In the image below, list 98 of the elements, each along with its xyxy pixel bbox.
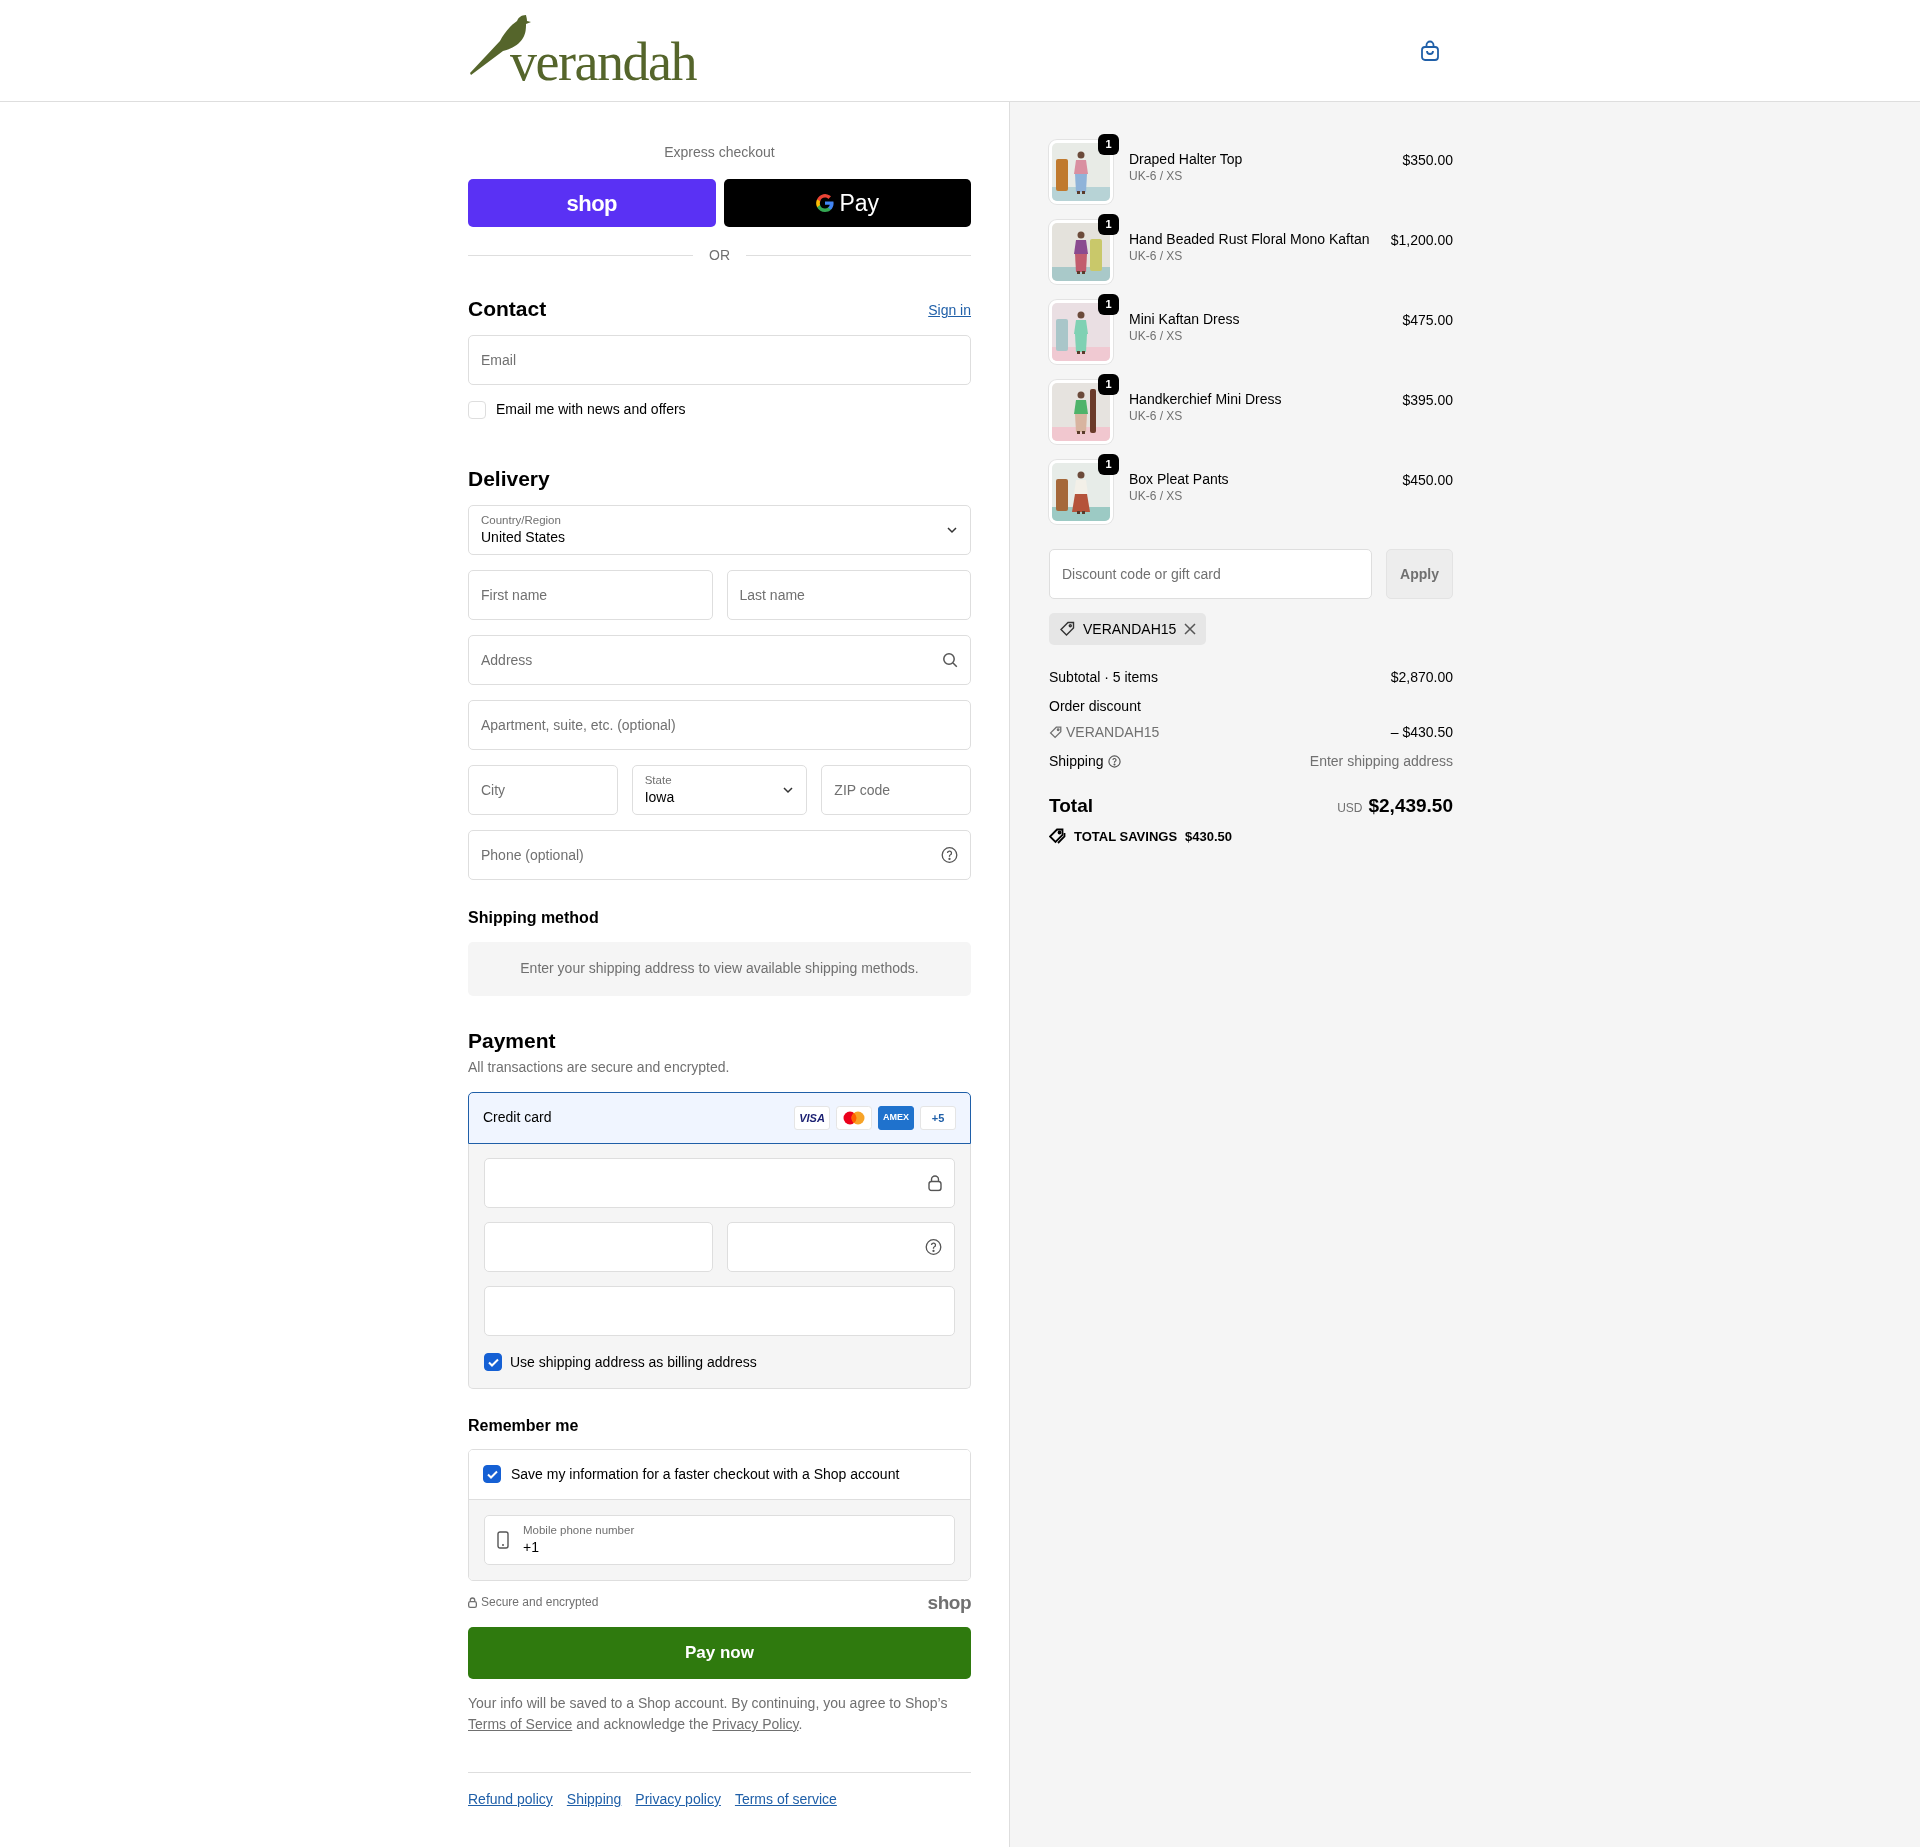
section-heading: Payment <box>468 1027 557 1053</box>
summary-value: Enter shipping address <box>1309 752 1453 771</box>
phone-icon <box>497 1530 509 1549</box>
quantity-badge: 1 <box>1098 134 1119 155</box>
product-price: $475.00 <box>1402 311 1453 329</box>
section-heading: Remember me <box>468 1415 580 1435</box>
checkbox[interactable] <box>484 1353 502 1372</box>
google-pay-button[interactable]: Pay <box>723 179 971 227</box>
g-letter-icon <box>815 193 836 213</box>
divider-label: OR <box>709 246 730 265</box>
product-name: Draped Halter Top <box>1129 150 1244 168</box>
logo-text[interactable]: verandah <box>510 34 696 89</box>
search-icon <box>942 652 958 669</box>
section-heading: Contact <box>468 296 547 322</box>
security-note: Secure and encrypted <box>481 1594 599 1612</box>
shopping-bag-icon[interactable] <box>1420 39 1440 62</box>
product-price: $350.00 <box>1402 151 1453 169</box>
help-icon <box>941 846 958 864</box>
close-icon[interactable] <box>1184 623 1197 635</box>
summary-value: – $430.50 <box>1390 723 1453 742</box>
help-icon <box>925 1238 942 1256</box>
card-logo: AMEX <box>878 1105 914 1130</box>
more-cards-badge: +5 <box>920 1105 956 1130</box>
product-name: Mini Kaftan Dress <box>1129 310 1241 328</box>
discount-code: VERANDAH15 <box>1083 619 1177 639</box>
product-variant: UK-6 / XS <box>1129 408 1184 426</box>
product-price: $395.00 <box>1402 391 1453 409</box>
checkbox-label: Email me with news and offers <box>496 400 686 420</box>
summary-label: Subtotal · 5 items <box>1049 668 1158 687</box>
quantity-badge: 1 <box>1098 454 1119 475</box>
product-variant: UK-6 / XS <box>1129 168 1184 186</box>
tag-icon <box>1059 621 1075 637</box>
input-field[interactable] <box>484 1157 955 1208</box>
footer-link[interactable]: Shipping <box>566 1788 622 1810</box>
shop-pay-button[interactable]: shop <box>468 179 716 227</box>
select-field[interactable]: State Iowa <box>631 765 808 816</box>
product-name: Hand Beaded Rust Floral Mono Kaftan <box>1129 230 1371 248</box>
summary-label: Shipping <box>1049 752 1104 771</box>
lock-icon <box>928 1174 942 1192</box>
section-heading: Delivery <box>468 466 551 492</box>
section-subtitle: All transactions are secure and encrypted. <box>468 1057 731 1077</box>
product-variant: UK-6 / XS <box>1129 328 1184 346</box>
footer-link[interactable]: Privacy policy <box>635 1788 721 1810</box>
discount-code: VERANDAH15 <box>1066 723 1160 742</box>
shop-logo: shop <box>927 1592 971 1612</box>
product-name: Handkerchief Mini Dress <box>1129 390 1283 408</box>
payment-method-label: Credit card <box>483 1108 552 1128</box>
checkbox-label: Save my information for a faster checkout with a Shop account <box>511 1464 900 1484</box>
input-field[interactable]: Address <box>468 635 971 686</box>
input-field[interactable]: Email <box>468 335 971 386</box>
summary-value: $2,870.00 <box>1390 668 1453 687</box>
shipping-message: Enter your shipping address to view available shipping methods. <box>468 941 971 996</box>
input-field[interactable] <box>484 1221 713 1272</box>
product-variant: UK-6 / XS <box>1129 248 1184 266</box>
input-field[interactable]: Last name <box>726 570 971 621</box>
chevron-down-icon <box>782 786 795 795</box>
overlapping-circles-icon <box>836 1105 872 1130</box>
checkbox[interactable] <box>483 1465 501 1484</box>
section-label: Express checkout <box>663 143 776 162</box>
legal-text: Your info will be saved to a Shop account. By continuing, you agree to Shop’s Terms of Service and acknowledge the Privacy Policy. <box>468 1693 949 1734</box>
lock-icon <box>468 1596 477 1608</box>
sign-in-link[interactable]: Sign in <box>928 300 971 322</box>
check-icon <box>487 1357 499 1367</box>
product-price: $450.00 <box>1402 471 1453 489</box>
pay-now-button[interactable]: Pay now <box>468 1626 971 1679</box>
input-field[interactable]: ZIP code <box>821 765 971 816</box>
check-icon <box>486 1469 498 1479</box>
help-icon[interactable] <box>1107 755 1121 768</box>
input-field[interactable]: Apartment, suite, etc. (optional) <box>468 700 971 751</box>
input-field[interactable]: First name <box>468 570 713 621</box>
tags-icon <box>1049 828 1066 845</box>
footer-link[interactable]: Refund policy <box>468 1788 553 1810</box>
footer-link[interactable]: Terms of service <box>734 1788 837 1810</box>
total-amount: $2,439.50 <box>1368 794 1453 818</box>
input-field[interactable] <box>484 1285 955 1336</box>
section-heading: Shipping method <box>468 908 600 928</box>
chevron-down-icon <box>946 526 958 535</box>
card-logo: VISA <box>794 1105 830 1130</box>
product-name: Box Pleat Pants <box>1129 470 1230 488</box>
checkbox-label: Use shipping address as billing address <box>510 1352 757 1372</box>
select-field[interactable]: Country/Region United States <box>468 505 971 556</box>
input-field[interactable]: City <box>468 765 618 816</box>
input-field[interactable]: Phone (optional) <box>468 830 971 881</box>
tag-icon <box>1049 726 1062 739</box>
payment-option[interactable]: Credit card VISA AMEX +5 <box>468 1091 971 1144</box>
total-label: Total <box>1049 794 1093 818</box>
savings-amount: $430.50 <box>1185 827 1233 846</box>
phone-field[interactable]: Mobile phone number +1 <box>484 1514 955 1565</box>
legal-link[interactable]: Terms of Service <box>468 1715 573 1732</box>
quantity-badge: 1 <box>1098 214 1119 235</box>
input-field[interactable] <box>726 1221 955 1272</box>
product-price: $1,200.00 <box>1390 231 1453 249</box>
quantity-badge: 1 <box>1098 374 1119 395</box>
currency-code: USD <box>1337 800 1363 817</box>
quantity-badge: 1 <box>1098 294 1119 315</box>
savings-label: TOTAL SAVINGS <box>1074 827 1178 846</box>
summary-label: Order discount <box>1049 697 1141 716</box>
product-variant: UK-6 / XS <box>1129 488 1184 506</box>
